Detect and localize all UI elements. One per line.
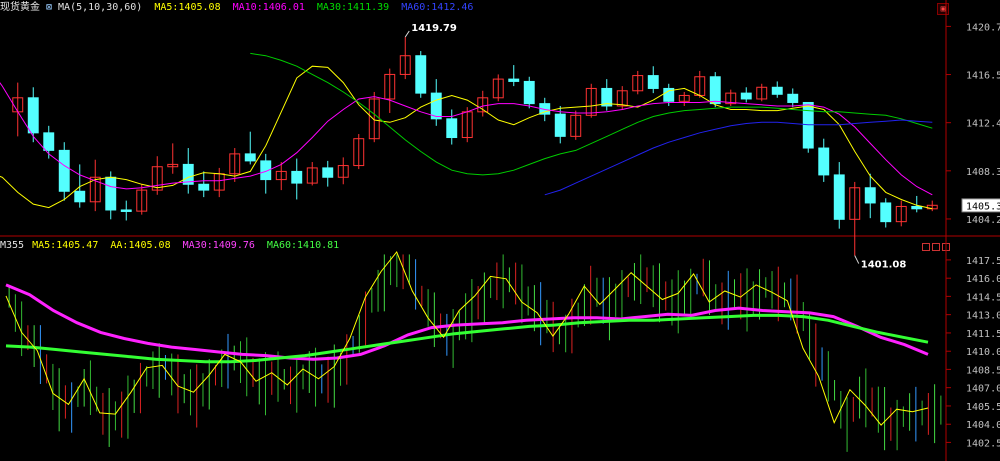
candle-body [787,93,799,103]
candle-body [864,187,876,204]
bottom-y-tick-label: 1416.05 [966,274,1000,285]
top-y-tick-label: 1408.35 [966,167,1000,178]
candle-body [74,190,86,203]
bottom-y-tick-label: 1417.55 [966,256,1000,267]
bottom-y-tick-label: 1411.56 [966,329,1000,340]
candle-body [446,118,458,139]
current-price-label: 1405.35 [966,201,1000,212]
bottom-y-tick-label: 1413.06 [966,311,1000,322]
bottom-y-tick-label: 1405.57 [966,402,1000,413]
candle-body [291,170,303,184]
top-y-tick-label: 1420.71 [966,22,1000,33]
candle-body [198,183,210,191]
indicator-line-ma60 [5,313,929,364]
candle-body [244,153,256,162]
candle-body [709,76,721,105]
high-price-label: 1419.79 [411,23,457,34]
candle-body [771,86,783,95]
candle-body [833,174,845,220]
ma-line-ma60 [544,119,933,196]
indicator-line-ma30 [5,283,929,361]
bottom-y-tick-label: 1402.58 [966,438,1000,449]
candle-body [523,80,535,105]
bottom-y-tick-label: 1404.07 [966,420,1000,431]
candle-body [120,209,132,212]
top-y-tick-label: 1416.59 [966,71,1000,82]
high-marker-line [404,30,410,38]
indicator-line-aa [5,251,929,426]
bottom-y-tick-label: 1407.07 [966,384,1000,395]
bottom-y-tick-label: 1408.57 [966,365,1000,376]
candle-body [740,92,752,100]
candle-body [818,147,830,176]
low-marker-line [854,255,860,264]
candle-body [105,176,117,211]
chart-svg: 1420.71 1416.59 1412.47 1408.35 1404.23 1417.… [0,0,1000,461]
top-y-tick-label: 1404.23 [966,215,1000,226]
candle-body [880,202,892,223]
candle-body [802,101,814,149]
candle-body [322,167,334,178]
candle-body [43,132,55,151]
low-price-label: 1401.08 [861,260,907,271]
candle-body [58,149,70,192]
candle-body [508,78,520,82]
bottom-y-tick-label: 1410.06 [966,347,1000,358]
top-y-tick-label: 1412.47 [966,119,1000,130]
candle-body [647,75,659,89]
candle-body [911,205,923,210]
bottom-y-tick-label: 1414.56 [966,292,1000,303]
candle-body [415,55,427,94]
candle-body [27,97,39,134]
candle-body [554,113,566,137]
